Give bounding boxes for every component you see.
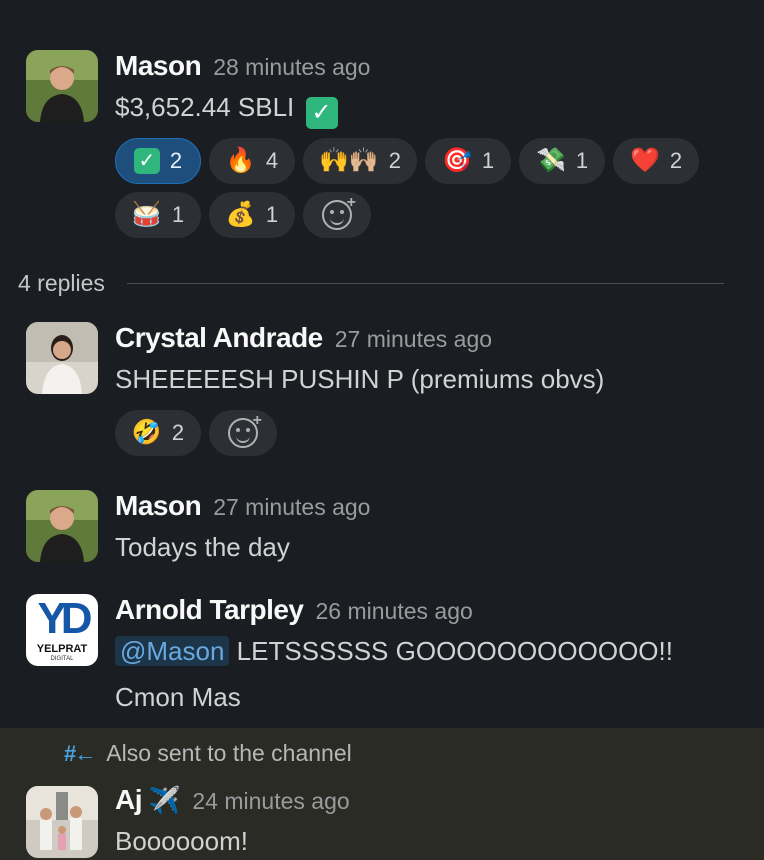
avatar-logo-text: YD [37, 594, 92, 643]
timestamp[interactable]: 27 minutes ago [213, 494, 370, 521]
heart-icon: ❤️ [629, 147, 660, 174]
reaction-rofl[interactable]: 🤣 2 [115, 410, 201, 456]
avatar-mason[interactable] [26, 490, 98, 562]
avatar-aj[interactable] [26, 786, 98, 858]
add-emoji-icon: + [228, 412, 262, 448]
fire-icon: 🔥 [225, 147, 256, 174]
replies-count: 4 replies [18, 270, 105, 296]
message-text: Boooooom! [115, 826, 248, 856]
author-name[interactable]: Crystal Andrade [115, 322, 323, 354]
divider-line [126, 283, 724, 284]
avatar-mason[interactable] [26, 50, 98, 122]
target-icon: 🎯 [441, 147, 472, 174]
reaction-fire[interactable]: 🔥 4 [209, 138, 295, 184]
raised-hands-icon: 🙌🙌🏼 [319, 147, 379, 174]
reaction-count: 2 [388, 148, 402, 173]
also-sent-label: Also sent to the channel [106, 740, 352, 766]
message-text: @Mason LETSSSSSS GOOOOOOOOOOOO!! [115, 636, 673, 667]
reaction-bar: 🤣 2 + [115, 410, 735, 456]
replies-divider: 4 replies [18, 270, 724, 297]
avatar-crystal[interactable] [26, 322, 98, 394]
reaction-money-bag[interactable]: 💰 1 [209, 192, 295, 238]
drum-icon: 🥁 [131, 201, 162, 228]
timestamp[interactable]: 28 minutes ago [213, 54, 370, 81]
message-text: SHEEEEESH PUSHIN P (premiums obvs) [115, 364, 605, 394]
reaction-heart[interactable]: ❤️ 2 [613, 138, 700, 184]
add-reaction-button[interactable]: + [209, 410, 277, 456]
timestamp[interactable]: 27 minutes ago [335, 326, 492, 353]
reaction-count: 1 [265, 202, 279, 227]
timestamp[interactable]: 26 minutes ago [316, 598, 473, 625]
message-text-content: $3,652.44 SBLI [115, 92, 295, 122]
check-mark-icon: ✓ [305, 97, 338, 129]
message-text: Todays the day [115, 532, 290, 562]
avatar-logo-sub: YELPRAT [36, 643, 88, 655]
message-text-content: LETSSSSSS GOOOOOOOOOOOO!! [229, 636, 673, 666]
reaction-count: 1 [171, 202, 185, 227]
reaction-bar: ✓ 2 🔥 4 🙌🙌🏼 2 🎯 1 💸 1 ❤️ 2 🥁 1 💰 1 + [115, 138, 735, 238]
user-mention[interactable]: @Mason [115, 636, 230, 666]
reaction-count: 2 [169, 148, 183, 173]
also-sent-indicator[interactable]: #← Also sent to the channel [64, 740, 352, 767]
reaction-count: 4 [265, 148, 279, 173]
money-bag-icon: 💰 [225, 201, 256, 228]
author-name[interactable]: Aj [115, 784, 143, 816]
reaction-target[interactable]: 🎯 1 [425, 138, 512, 184]
check-mark-icon: ✓ [133, 148, 160, 174]
reaction-money-wings[interactable]: 💸 1 [519, 138, 606, 184]
reaction-raised-hands[interactable]: 🙌🙌🏼 2 [303, 138, 418, 184]
author-name[interactable]: Mason [115, 50, 202, 82]
avatar-arnold[interactable]: YD YELPRAT DIGITAL [26, 594, 98, 666]
author-name[interactable]: Arnold Tarpley [115, 594, 304, 626]
add-reaction-button[interactable]: + [303, 192, 371, 238]
add-emoji-icon: + [322, 194, 356, 230]
reaction-drum[interactable]: 🥁 1 [115, 192, 201, 238]
reaction-count: 1 [575, 148, 589, 173]
money-with-wings-icon: 💸 [535, 147, 566, 174]
reaction-count: 1 [481, 148, 495, 173]
timestamp[interactable]: 24 minutes ago [192, 788, 349, 815]
rofl-icon: 🤣 [131, 419, 162, 446]
reaction-count: 2 [171, 420, 185, 445]
channel-hash-arrow-icon: #← [64, 740, 96, 766]
author-name[interactable]: Mason [115, 490, 202, 522]
reaction-check[interactable]: ✓ 2 [115, 138, 201, 184]
airplane-icon: ✈️ [148, 785, 181, 815]
avatar-logo-sub2: DIGITAL [50, 656, 74, 662]
message-text-line2: Cmon Mas [115, 682, 241, 712]
reaction-count: 2 [669, 148, 683, 173]
message-text: $3,652.44 SBLI ✓ [115, 92, 338, 129]
